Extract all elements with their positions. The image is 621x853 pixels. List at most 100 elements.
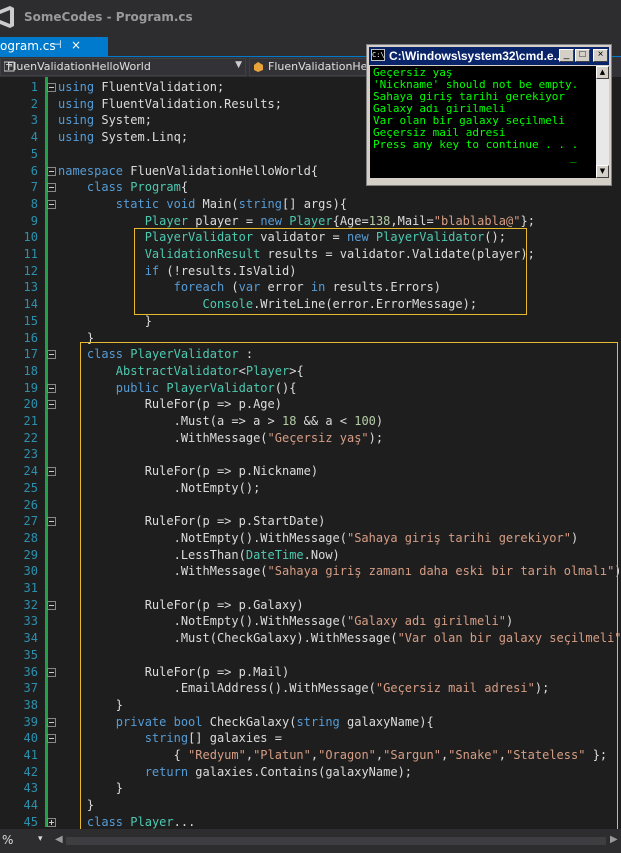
code-line[interactable]: static void Main(string[] args){ — [58, 196, 347, 213]
tab-program-cs[interactable]: ogram.cs ⊣ × — [0, 37, 108, 56]
console-scrollbar[interactable]: ▲ ▼ — [596, 66, 609, 178]
line-number: 13 — [23, 280, 38, 294]
minimize-button[interactable]: _ — [559, 49, 574, 62]
line-number: 14 — [23, 297, 38, 311]
code-line[interactable]: class Program{ — [58, 179, 188, 196]
scroll-right-icon[interactable]: ▶ — [610, 834, 618, 845]
line-number: 15 — [23, 314, 38, 328]
line-number: 11 — [23, 247, 38, 261]
collapse-region-icon[interactable] — [47, 200, 56, 209]
line-number: 24 — [23, 464, 38, 478]
maximize-button[interactable]: □ — [575, 49, 590, 62]
visual-studio-logo-icon — [0, 6, 14, 28]
line-number: 41 — [23, 748, 38, 762]
code-line[interactable]: namespace FluenValidationHelloWorld{ — [58, 163, 318, 180]
line-number: 4 — [30, 130, 38, 144]
collapse-region-icon[interactable] — [47, 384, 56, 393]
line-number: 9 — [30, 214, 38, 228]
line-number: 19 — [23, 381, 38, 395]
line-number: 29 — [23, 548, 38, 562]
line-number: 37 — [23, 681, 38, 695]
line-number: 25 — [23, 481, 38, 495]
line-number: 38 — [23, 698, 38, 712]
collapse-region-icon[interactable] — [47, 601, 56, 610]
line-number: 22 — [23, 431, 38, 445]
line-number: 33 — [23, 614, 38, 628]
collapse-region-icon[interactable] — [47, 467, 56, 476]
line-number: 1 — [30, 80, 38, 94]
line-number: 45 — [23, 815, 38, 829]
app-title: SomeCodes - Program.cs — [24, 10, 193, 24]
class-dropdown-label: FluenValidationHello — [268, 60, 381, 73]
line-number: 36 — [23, 665, 38, 679]
horizontal-scrollbar[interactable] — [66, 837, 606, 845]
line-number: 21 — [23, 414, 38, 428]
scroll-left-icon[interactable]: ◀ — [55, 834, 63, 845]
code-line[interactable]: using System; — [58, 112, 152, 129]
line-number: 43 — [23, 781, 38, 795]
code-line[interactable]: using FluentValidation.Results; — [58, 96, 282, 113]
collapse-region-icon[interactable] — [47, 350, 56, 359]
line-number: 6 — [30, 164, 38, 178]
line-number: 20 — [23, 397, 38, 411]
console-output: Geçersiz yaş 'Nickname' should not be emp… — [370, 66, 596, 178]
editor-bottom-bar: % ▾ ◀ ▶ — [0, 829, 621, 853]
console-title: C:\Windows\system32\cmd.e... — [389, 49, 564, 63]
class-icon — [254, 62, 263, 72]
collapse-region-icon[interactable] — [47, 718, 56, 727]
scroll-down-icon[interactable]: ▼ — [596, 165, 609, 178]
collapse-region-icon[interactable] — [47, 183, 56, 192]
collapse-region-icon[interactable] — [47, 734, 56, 743]
code-editor[interactable]: 1 2 3 4 5 6 7 8 9 10 11 12 13 14 15 16 17 18 19 20 21 22 23 24 2… — [0, 77, 621, 829]
pin-icon[interactable]: ⊣ — [52, 38, 62, 51]
line-number: 12 — [23, 264, 38, 278]
line-number: 44 — [23, 798, 38, 812]
code-line[interactable]: using FluentValidation; — [58, 79, 224, 96]
line-number: 23 — [23, 447, 38, 461]
line-number: 2 — [30, 97, 38, 111]
console-line: Press any key to continue . . . — [373, 138, 579, 151]
console-title-bar[interactable]: C:\ C:\Windows\system32\cmd.e... _ □ × — [369, 47, 609, 65]
collapse-region-icon[interactable] — [47, 167, 56, 176]
class-dropdown[interactable]: FluenValidationHello — [249, 58, 380, 76]
collapse-region-icon[interactable] — [47, 517, 56, 526]
project-dropdown[interactable]: FluenValidationHelloWorld ▼ — [0, 58, 246, 76]
close-button[interactable]: × — [593, 49, 608, 62]
line-number: 17 — [23, 347, 38, 361]
console-icon: C:\ — [371, 49, 385, 61]
line-number: 31 — [23, 581, 38, 595]
line-number: 30 — [23, 564, 38, 578]
line-number: 27 — [23, 514, 38, 528]
line-number: 42 — [23, 765, 38, 779]
line-number: 10 — [23, 230, 38, 244]
collapse-region-icon[interactable] — [47, 400, 56, 409]
line-number: 5 — [30, 147, 38, 161]
line-number: 39 — [23, 715, 38, 729]
chevron-down-icon[interactable]: ▾ — [38, 834, 43, 844]
tab-label: ogram.cs — [0, 39, 56, 53]
line-number: 32 — [23, 598, 38, 612]
zoom-level[interactable]: % — [2, 833, 13, 847]
line-number: 8 — [30, 197, 38, 211]
line-number: 16 — [23, 331, 38, 345]
line-number: 40 — [23, 731, 38, 745]
console-window[interactable]: C:\ C:\Windows\system32\cmd.e... _ □ × G… — [366, 44, 612, 186]
expand-region-icon[interactable] — [47, 818, 56, 827]
console-cursor: _ — [570, 150, 577, 163]
code-line[interactable]: } — [58, 313, 152, 330]
line-number: 18 — [23, 364, 38, 378]
scroll-up-icon[interactable]: ▲ — [596, 66, 609, 79]
line-number: 35 — [23, 648, 38, 662]
code-line[interactable]: using System.Linq; — [58, 129, 188, 146]
line-number: 3 — [30, 113, 38, 127]
line-number: 7 — [30, 180, 38, 194]
collapse-region-icon[interactable] — [47, 668, 56, 677]
line-number: 26 — [23, 498, 38, 512]
line-number: 28 — [23, 531, 38, 545]
line-number: 34 — [23, 631, 38, 645]
close-tab-icon[interactable]: × — [71, 38, 81, 52]
highlight-box-validator — [80, 342, 618, 829]
project-dropdown-label: FluenValidationHelloWorld — [7, 60, 151, 73]
title-bar: SomeCodes - Program.cs — [0, 0, 621, 36]
collapse-region-icon[interactable] — [47, 83, 56, 92]
